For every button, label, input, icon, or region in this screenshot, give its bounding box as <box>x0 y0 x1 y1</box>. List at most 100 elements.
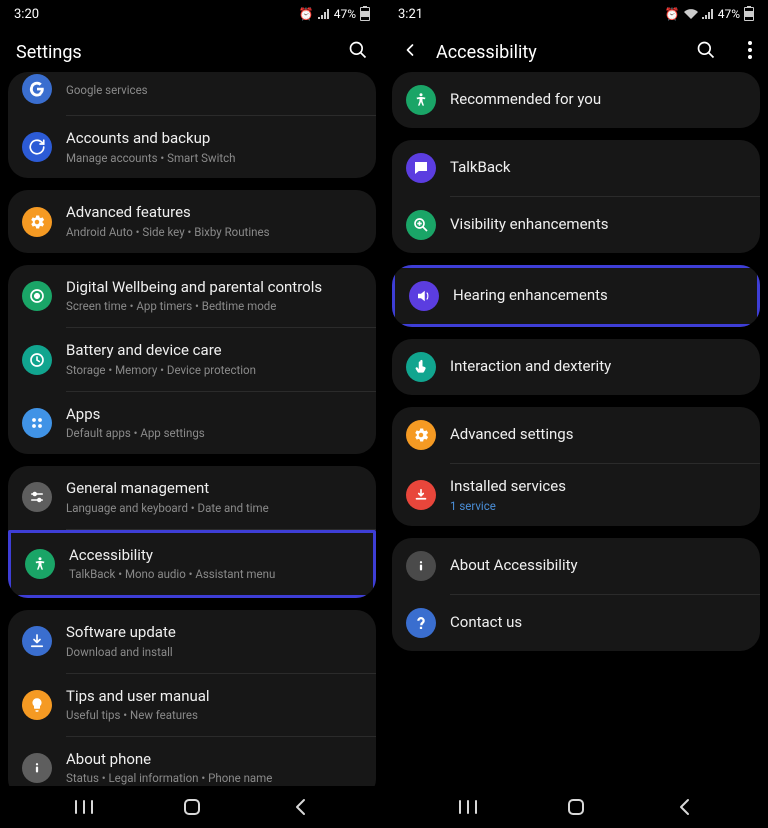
gear-plus-icon <box>22 207 52 237</box>
item-talkback[interactable]: TalkBack <box>392 140 760 196</box>
chat-icon <box>406 153 436 183</box>
zoom-icon <box>406 210 436 240</box>
settings-list[interactable]: Google services Accounts and backup Mana… <box>0 72 384 786</box>
settings-header: Settings <box>0 26 384 72</box>
item-title: Accounts and backup <box>66 129 362 149</box>
google-icon <box>22 74 52 104</box>
sliders-icon <box>22 482 52 512</box>
settings-screen: 3:20 ⏰ 47% Settings <box>0 0 384 828</box>
battery-icon <box>360 7 370 21</box>
accessibility-list[interactable]: Recommended for you TalkBack Visibility … <box>384 72 768 786</box>
speaker-icon <box>409 281 439 311</box>
wifi-icon <box>684 9 698 19</box>
item-title: TalkBack <box>450 158 746 178</box>
status-bar: 3:20 ⏰ 47% <box>0 0 384 26</box>
download-icon <box>406 480 436 510</box>
item-title: Tips and user manual <box>66 687 362 707</box>
item-digital-wellbeing[interactable]: Digital Wellbeing and parental controls … <box>8 265 376 327</box>
signal-icon <box>318 9 330 19</box>
item-advanced-settings[interactable]: Advanced settings <box>392 407 760 463</box>
item-installed-services[interactable]: Installed services 1 service <box>392 464 760 526</box>
apps-icon <box>22 408 52 438</box>
item-advanced-features[interactable]: Advanced features Android Auto • Side ke… <box>8 190 376 252</box>
back-button[interactable] <box>400 40 420 64</box>
item-title: Software update <box>66 623 362 643</box>
status-time: 3:21 <box>398 7 423 22</box>
nav-back[interactable] <box>270 798 330 816</box>
item-sub: Download and install <box>66 645 362 660</box>
sync-icon <box>22 132 52 162</box>
status-icons: ⏰ 47% <box>299 7 370 21</box>
search-icon[interactable] <box>348 40 368 64</box>
battery-text: 47% <box>334 7 356 21</box>
item-visibility[interactable]: Visibility enhancements <box>392 197 760 253</box>
nav-bar <box>384 786 768 828</box>
item-interaction-dexterity[interactable]: Interaction and dexterity <box>392 339 760 395</box>
item-title: Advanced features <box>66 203 362 223</box>
nav-home[interactable] <box>546 798 606 816</box>
device-care-icon <box>22 345 52 375</box>
wellbeing-icon <box>22 281 52 311</box>
nav-recents[interactable] <box>54 799 114 815</box>
accessibility-icon <box>406 85 436 115</box>
item-general-management[interactable]: General management Language and keyboard… <box>8 466 376 528</box>
item-apps[interactable]: Apps Default apps • App settings <box>8 392 376 454</box>
item-title: About Accessibility <box>450 556 746 576</box>
page-title: Accessibility <box>436 42 680 63</box>
item-title: Recommended for you <box>450 90 746 110</box>
nav-recents[interactable] <box>438 799 498 815</box>
accessibility-icon <box>25 549 55 579</box>
item-title: Digital Wellbeing and parental controls <box>66 278 362 298</box>
item-sub: Language and keyboard • Date and time <box>66 501 362 516</box>
item-sub: TalkBack • Mono audio • Assistant menu <box>69 567 359 582</box>
item-title: Apps <box>66 405 362 425</box>
item-sub: Useful tips • New features <box>66 708 362 723</box>
item-title: Contact us <box>450 613 746 633</box>
item-title: Accessibility <box>69 546 359 566</box>
item-accessibility[interactable]: Accessibility TalkBack • Mono audio • As… <box>8 530 376 598</box>
item-battery-care[interactable]: Battery and device care Storage • Memory… <box>8 328 376 390</box>
item-title: Advanced settings <box>450 425 746 445</box>
alarm-icon: ⏰ <box>665 7 680 21</box>
item-sub: Status • Legal information • Phone name <box>66 771 362 786</box>
item-sub: Google services <box>66 83 362 98</box>
status-icons: ⏰ 47% <box>665 7 754 21</box>
nav-home[interactable] <box>162 798 222 816</box>
item-title: Hearing enhancements <box>453 286 743 306</box>
download-icon <box>22 626 52 656</box>
status-time: 3:20 <box>14 7 39 22</box>
alarm-icon: ⏰ <box>299 7 314 21</box>
item-accounts-backup[interactable]: Accounts and backup Manage accounts • Sm… <box>8 116 376 178</box>
item-sub: 1 service <box>450 499 746 513</box>
item-title: About phone <box>66 750 362 770</box>
item-software-update[interactable]: Software update Download and install <box>8 610 376 672</box>
battery-text: 47% <box>718 7 740 21</box>
item-google-services[interactable]: Google services <box>8 72 376 115</box>
item-title: Installed services <box>450 477 746 497</box>
more-icon[interactable] <box>748 41 752 63</box>
item-hearing-enhancements[interactable]: Hearing enhancements <box>392 265 760 327</box>
touch-icon <box>406 352 436 382</box>
gear-plus-icon <box>406 420 436 450</box>
item-about-phone[interactable]: About phone Status • Legal information •… <box>8 737 376 786</box>
nav-back[interactable] <box>654 798 714 816</box>
item-title: General management <box>66 479 362 499</box>
item-sub: Screen time • App timers • Bedtime mode <box>66 299 362 314</box>
item-contact-us[interactable]: Contact us <box>392 595 760 651</box>
battery-icon <box>744 7 754 21</box>
item-tips-manual[interactable]: Tips and user manual Useful tips • New f… <box>8 674 376 736</box>
accessibility-screen: 3:21 ⏰ 47% Accessibility <box>384 0 768 828</box>
item-recommended[interactable]: Recommended for you <box>392 72 760 128</box>
bulb-icon <box>22 690 52 720</box>
nav-bar <box>0 786 384 828</box>
info-icon <box>22 753 52 783</box>
item-title: Interaction and dexterity <box>450 357 746 377</box>
info-icon <box>406 551 436 581</box>
item-about-accessibility[interactable]: About Accessibility <box>392 538 760 594</box>
page-title: Settings <box>16 42 332 63</box>
search-icon[interactable] <box>696 40 716 64</box>
item-sub: Android Auto • Side key • Bixby Routines <box>66 225 362 240</box>
signal-icon <box>702 9 714 19</box>
accessibility-header: Accessibility <box>384 26 768 72</box>
help-icon <box>406 608 436 638</box>
